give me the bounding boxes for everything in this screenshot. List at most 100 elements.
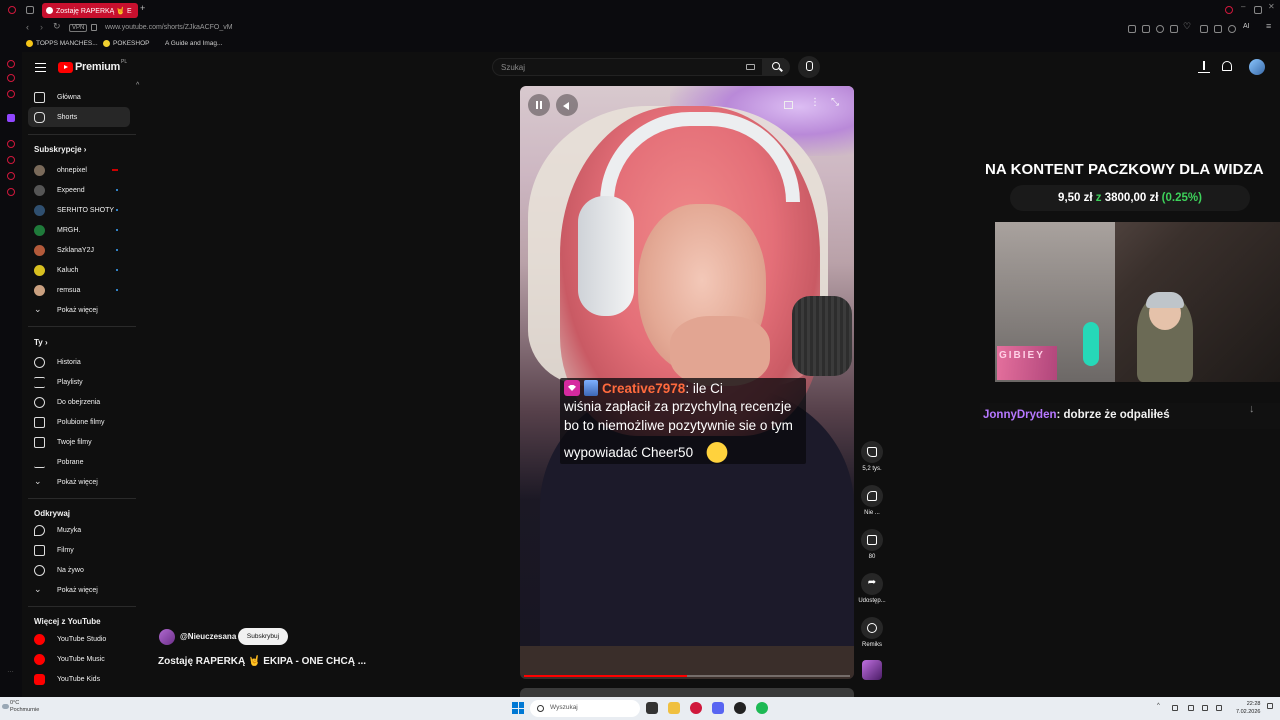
vpn-badge[interactable]: VPN (69, 24, 88, 32)
player-icon[interactable] (1170, 25, 1178, 33)
upload-icon[interactable] (1198, 61, 1210, 73)
nav-shorts[interactable]: Shorts (28, 107, 130, 127)
nav-your-videos[interactable]: Twoje filmy (28, 432, 130, 452)
close-window-icon[interactable]: ✕ (1268, 2, 1275, 11)
active-tab[interactable]: Zostaję RAPERKĄ 🤘 E (42, 3, 138, 18)
nav-home[interactable]: Główna (28, 87, 130, 107)
minimize-icon[interactable]: – (1241, 2, 1245, 11)
subscriptions-title[interactable]: Subskrypcje › (34, 145, 86, 154)
keyboard-icon[interactable] (746, 64, 755, 70)
remix-action[interactable]: Remiks (860, 617, 884, 648)
sub-item-0[interactable]: ohnepixel (28, 160, 130, 180)
browser-menu-icon[interactable]: ≡ (1266, 21, 1271, 31)
video-progress-bar[interactable] (524, 675, 850, 677)
extensions-icon[interactable] (1142, 25, 1150, 33)
wallet-icon[interactable] (1200, 25, 1208, 33)
task-view-icon[interactable] (646, 702, 658, 714)
sidebar-more-icon[interactable]: … (7, 667, 14, 674)
share-action[interactable]: ➦ Udostęp... (858, 573, 886, 604)
nav-playlists[interactable]: Playlisty (28, 372, 130, 392)
sub-item-5[interactable]: Kaluch (28, 260, 130, 280)
youtube-premium-logo[interactable]: Premium PL (58, 59, 127, 73)
dislike-action[interactable]: Nie ... (860, 485, 884, 516)
audio-thumbnail[interactable] (862, 660, 882, 680)
twitch-icon[interactable] (7, 114, 15, 122)
forward-icon[interactable]: › (40, 22, 43, 32)
pause-button[interactable] (528, 94, 550, 116)
shorts-video-player[interactable]: ⋮ ⤡ Creative7978: ile Ci wiśnia zapłacił… (520, 86, 854, 679)
scroll-down-arrow-icon[interactable]: ↓ (1249, 404, 1259, 416)
sub-item-6[interactable]: remsua (28, 280, 130, 300)
nav-youtube-music[interactable]: YouTube Music (28, 649, 130, 669)
channel-name[interactable]: @Nieuczesana (180, 632, 236, 641)
url-field[interactable]: www.youtube.com/shorts/ZJkaACFO_vM (105, 24, 233, 31)
nav-youtube-studio[interactable]: YouTube Studio (28, 629, 130, 649)
system-clock[interactable]: 22:28 7.02.2026 (1236, 700, 1260, 716)
show-more-subscriptions[interactable]: ⌄ Pokaż więcej (28, 300, 130, 320)
maximize-icon[interactable] (1254, 6, 1262, 14)
taskbar-search[interactable]: Wyszukaj (530, 700, 640, 717)
nav-youtube-kids[interactable]: YouTube Kids (28, 669, 130, 689)
discord-icon[interactable] (712, 702, 724, 714)
heart-icon[interactable]: ♡ (1183, 21, 1191, 32)
comments-action[interactable]: 80 (860, 529, 884, 560)
opera-menu-icon[interactable] (8, 6, 16, 14)
sidebar-app-icon[interactable] (7, 140, 15, 148)
back-icon[interactable]: ‹ (26, 22, 29, 32)
snapshot-icon[interactable] (1128, 25, 1136, 33)
nav-music[interactable]: Muzyka (28, 520, 130, 540)
shield-icon[interactable] (1156, 25, 1164, 33)
comments-button[interactable] (861, 529, 883, 551)
channel-avatar[interactable] (159, 629, 175, 645)
nav-history[interactable]: Historia (28, 352, 130, 372)
tray-cloud-icon[interactable] (1172, 705, 1178, 711)
account-avatar[interactable] (1249, 59, 1265, 75)
you-title[interactable]: Ty › (34, 338, 48, 347)
steam-icon[interactable] (734, 702, 746, 714)
ai-button[interactable]: AI (1243, 23, 1250, 30)
spotify-icon[interactable] (756, 702, 768, 714)
like-action[interactable]: 5,2 tys. (860, 441, 884, 472)
volume-button[interactable] (556, 94, 578, 116)
subscribe-button[interactable]: Subskrybuj (238, 628, 288, 645)
share-button[interactable]: ➦ (861, 573, 883, 595)
bell-icon[interactable] (1222, 61, 1232, 71)
menu-icon[interactable] (35, 63, 46, 72)
sub-item-2[interactable]: SERHITO SHOTY (28, 200, 130, 220)
network-icon[interactable] (1202, 705, 1208, 711)
video-title[interactable]: Zostaję RAPERKĄ 🤘 EKIPA - ONE CHCĄ ... (158, 656, 366, 667)
reload-icon[interactable]: ↻ (53, 21, 61, 32)
notifications-icon[interactable] (1267, 703, 1273, 709)
sidebar-app-icon[interactable] (7, 156, 15, 164)
tab-list-icon[interactable] (26, 6, 34, 14)
like-button[interactable] (861, 441, 883, 463)
voice-search-button[interactable] (798, 56, 820, 78)
captions-icon[interactable] (784, 101, 793, 109)
tray-chevron-icon[interactable]: ^ (1157, 703, 1163, 709)
scroll-up-icon[interactable]: ^ (136, 82, 139, 89)
show-more-you[interactable]: ⌄ Pokaż więcej (28, 472, 130, 492)
sidebar-app-icon[interactable] (7, 60, 15, 68)
volume-icon[interactable] (1216, 705, 1222, 711)
sidebar-app-icon[interactable] (7, 172, 15, 180)
sidebar-app-icon[interactable] (7, 188, 15, 196)
sub-item-4[interactable]: SzklanaY2J (28, 240, 130, 260)
start-button[interactable] (512, 702, 524, 714)
fullscreen-icon[interactable]: ⤡ (831, 97, 839, 108)
show-more-explore[interactable]: ⌄ Pokaż więcej (28, 580, 130, 600)
tray-mic-icon[interactable] (1188, 705, 1194, 711)
nav-live[interactable]: Na żywo (28, 560, 130, 580)
bookmark-1[interactable]: POKESHOP (103, 40, 149, 47)
nav-liked[interactable]: Polubione filmy (28, 412, 130, 432)
nav-downloads[interactable]: Pobrane (28, 452, 130, 472)
nav-watch-later[interactable]: Do obejrzenia (28, 392, 130, 412)
sub-item-1[interactable]: Expeend (28, 180, 130, 200)
remix-button[interactable] (861, 617, 883, 639)
sidebar-app-icon[interactable] (7, 74, 15, 82)
search-input[interactable]: Szukaj (492, 58, 784, 76)
file-explorer-icon[interactable] (668, 702, 680, 714)
bookmark-2[interactable]: A Guide and Imag... (160, 40, 222, 47)
search-tabs-icon[interactable] (1225, 6, 1233, 14)
more-options-icon[interactable]: ⋮ (810, 97, 820, 108)
weather-widget[interactable]: 0°C Pochmurnie (10, 700, 39, 714)
